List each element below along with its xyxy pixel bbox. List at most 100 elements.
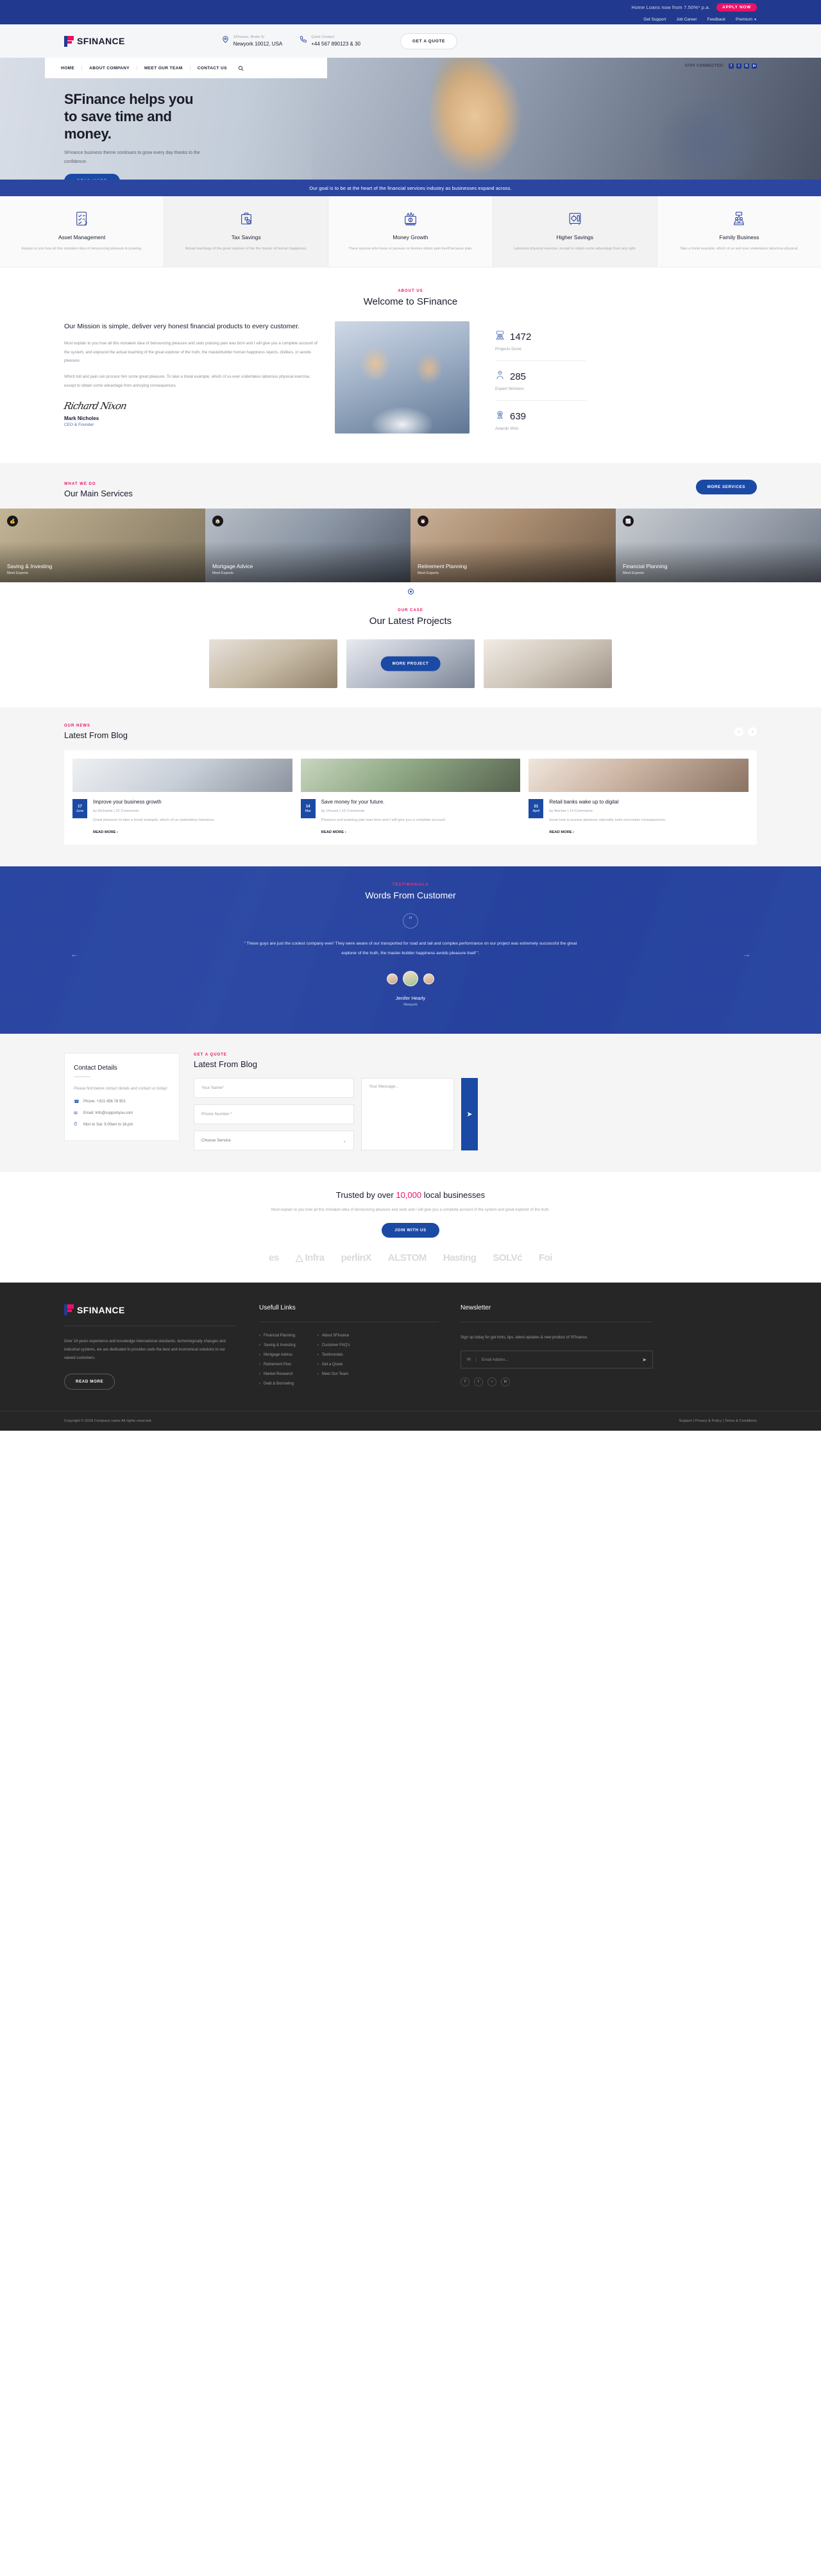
blog-read-more-link[interactable]: READ MORE › bbox=[549, 830, 574, 834]
blog-month: April bbox=[532, 809, 540, 813]
briefcase-percent-icon bbox=[173, 209, 319, 228]
contact-value: +44 567 890123 & 30 bbox=[311, 40, 360, 47]
copyright-text: Copyright © 2018 Company name All rights… bbox=[64, 1419, 153, 1424]
footer-link[interactable]: Market Research bbox=[259, 1372, 296, 1376]
service-card-retirement-planning[interactable]: ⏰ Retirement Planning Meet Experts bbox=[410, 509, 616, 583]
footer-link[interactable]: Meet Our Team bbox=[317, 1372, 350, 1376]
blog-card[interactable]: 14 Mar Save money for your future. by Vi… bbox=[300, 759, 521, 836]
logo-text: SFINANCE bbox=[77, 36, 125, 46]
dribbble-icon[interactable]: ○ bbox=[487, 1377, 496, 1387]
utility-link-support[interactable]: Get Support bbox=[643, 17, 666, 22]
blog-read-more-link[interactable]: READ MORE › bbox=[93, 830, 118, 834]
nav-item-about-company[interactable]: ABOUT COMPANY bbox=[82, 65, 137, 71]
project-card[interactable] bbox=[484, 639, 612, 689]
newsletter-form[interactable]: ✉ Email Addres... ➤ bbox=[461, 1351, 653, 1369]
hero-title-line2: to save time and bbox=[64, 108, 172, 124]
hero-title-line1: SFinance helps you bbox=[64, 91, 194, 107]
trusted-desc: Must explain to you how all this mistake… bbox=[271, 1208, 550, 1213]
utility-link-feedback[interactable]: Feedback bbox=[707, 17, 725, 22]
feature-family-business[interactable]: Family Business Take a trivial example, … bbox=[657, 196, 821, 267]
blog-title: Latest From Blog bbox=[64, 730, 128, 741]
carousel-dot[interactable] bbox=[408, 589, 413, 594]
footer-terms-link[interactable]: Terms & Conditions bbox=[725, 1419, 757, 1423]
feature-asset-management[interactable]: Asset Management Explain to you how all … bbox=[0, 196, 165, 267]
linkedin-icon[interactable]: in bbox=[501, 1377, 510, 1387]
stat-label: Expert Workers bbox=[495, 387, 524, 392]
testimonial-avatars bbox=[0, 971, 821, 987]
stat-awards-won: 639 Awards Won bbox=[495, 401, 586, 440]
send-icon[interactable]: ➤ bbox=[461, 1078, 478, 1151]
chevron-right-icon[interactable]: › bbox=[748, 727, 757, 737]
footer-link[interactable]: Debt & Borrowing bbox=[259, 1382, 296, 1386]
social-label: STAY CONNECTED: bbox=[684, 64, 724, 68]
feature-tax-savings[interactable]: Tax Savings Actual teachings of the grea… bbox=[164, 196, 329, 267]
quote-form: GET A QUOTE Latest From Blog Your Name* … bbox=[194, 1053, 757, 1151]
footer-link[interactable]: Customer FAQ's bbox=[317, 1343, 350, 1347]
main-navigation: HOME ABOUT COMPANY MEET OUR TEAM CONTACT… bbox=[45, 58, 327, 78]
hero-read-more-button[interactable]: READ MORE bbox=[64, 174, 120, 180]
blog-card[interactable]: 21 April Retail banks wake up to digital… bbox=[529, 759, 749, 836]
footer-link[interactable]: Saving & Investing bbox=[259, 1343, 296, 1347]
email-input[interactable]: Email Addres... bbox=[475, 1357, 637, 1362]
arrow-left-icon[interactable]: ← bbox=[71, 950, 78, 959]
about-title: Welcome to SFinance bbox=[363, 296, 458, 308]
blog-read-more-link[interactable]: READ MORE › bbox=[321, 830, 346, 834]
join-with-us-button[interactable]: JOIN WITH US bbox=[382, 1223, 439, 1238]
service-select[interactable]: Choose Service ⌄ bbox=[194, 1131, 354, 1151]
footer-link[interactable]: Financial Planning bbox=[259, 1334, 296, 1338]
nav-item-contact-us[interactable]: CONTACT US bbox=[190, 66, 234, 71]
feature-higher-savings[interactable]: Higher Savings Laborious physical exerci… bbox=[493, 196, 657, 267]
search-icon[interactable] bbox=[238, 65, 244, 71]
facebook-icon[interactable]: f bbox=[729, 63, 734, 69]
send-icon[interactable]: ➤ bbox=[642, 1357, 647, 1363]
service-card-mortgage-advice[interactable]: 🏠 Mortgage Advice Meet Experts bbox=[205, 509, 410, 583]
service-title: Mortgage Advice bbox=[212, 563, 253, 570]
footer-support-link[interactable]: Support bbox=[679, 1419, 692, 1423]
service-card-saving-investing[interactable]: 💰 Saving & Investing Meet Experts bbox=[0, 509, 205, 583]
twitter-icon[interactable]: t bbox=[736, 63, 741, 69]
utility-bar: Get Support Job Career Feedback Premium ▼ bbox=[0, 14, 821, 24]
nav-item-home[interactable]: HOME bbox=[54, 65, 83, 71]
linkedin-icon[interactable]: in bbox=[752, 63, 757, 69]
avatar[interactable] bbox=[403, 971, 418, 987]
name-input[interactable]: Your Name* bbox=[194, 1078, 354, 1099]
testimonial-name: Jenifer Hearly bbox=[395, 995, 426, 1002]
google-plus-icon[interactable]: G bbox=[744, 63, 749, 69]
phone-input[interactable]: Phone Number * bbox=[194, 1104, 354, 1125]
arrow-right-icon[interactable]: → bbox=[743, 950, 750, 959]
footer-link[interactable]: About SFinance bbox=[317, 1334, 350, 1338]
blog-card[interactable]: 17 June Improve your business growth by … bbox=[72, 759, 292, 836]
avatar[interactable] bbox=[423, 973, 434, 984]
phone-icon bbox=[299, 35, 307, 47]
carousel-dots[interactable] bbox=[0, 582, 821, 602]
get-a-quote-button[interactable]: GET A QUOTE bbox=[400, 33, 457, 49]
footer-logo[interactable]: SFINANCE bbox=[64, 1304, 237, 1316]
facebook-icon[interactable]: f bbox=[461, 1377, 470, 1387]
feature-money-growth[interactable]: Money Growth There anyone who loves or p… bbox=[328, 196, 493, 267]
footer-link[interactable]: Get a Quote bbox=[317, 1363, 350, 1367]
footer-link[interactable]: Testimonials bbox=[317, 1353, 350, 1357]
utility-link-career[interactable]: Job Career bbox=[676, 17, 697, 22]
more-services-button[interactable]: MORE SERVICES bbox=[695, 480, 757, 495]
footer-link[interactable]: Retirement Plan bbox=[259, 1363, 296, 1367]
blog-meta: by Richards | 22 Comments bbox=[93, 809, 139, 814]
avatar[interactable] bbox=[387, 973, 398, 984]
project-card[interactable] bbox=[209, 639, 337, 689]
message-textarea[interactable]: Your Message... bbox=[361, 1078, 454, 1151]
nav-item-meet-our-team[interactable]: MEET OUR TEAM bbox=[137, 65, 190, 71]
footer-privacy-link[interactable]: Privacy & Policy bbox=[695, 1419, 722, 1423]
footer-link[interactable]: Mortgage Advice bbox=[259, 1353, 296, 1357]
logo[interactable]: SFINANCE bbox=[64, 35, 125, 47]
feature-desc: There anyone who loves or pursues or des… bbox=[348, 247, 473, 251]
utility-link-premium[interactable]: Premium ▼ bbox=[736, 17, 757, 22]
footer-read-more-button[interactable]: READ MORE bbox=[64, 1373, 115, 1390]
apply-now-button[interactable]: APPLY NOW bbox=[716, 3, 757, 12]
services-row: 💰 Saving & Investing Meet Experts 🏠 Mort… bbox=[0, 509, 821, 583]
trusted-title-accent: 10,000 bbox=[396, 1190, 422, 1200]
contact-title: Latest From Blog bbox=[194, 1059, 257, 1070]
twitter-icon[interactable]: t bbox=[474, 1377, 483, 1387]
address-value: Newyork 10012, USA bbox=[233, 40, 283, 47]
more-project-button[interactable]: MORE PROJECT bbox=[380, 656, 441, 671]
service-card-financial-planning[interactable]: 📈 Financial Planning Meet Experts bbox=[616, 509, 821, 583]
chevron-left-icon[interactable]: ‹ bbox=[734, 727, 743, 737]
